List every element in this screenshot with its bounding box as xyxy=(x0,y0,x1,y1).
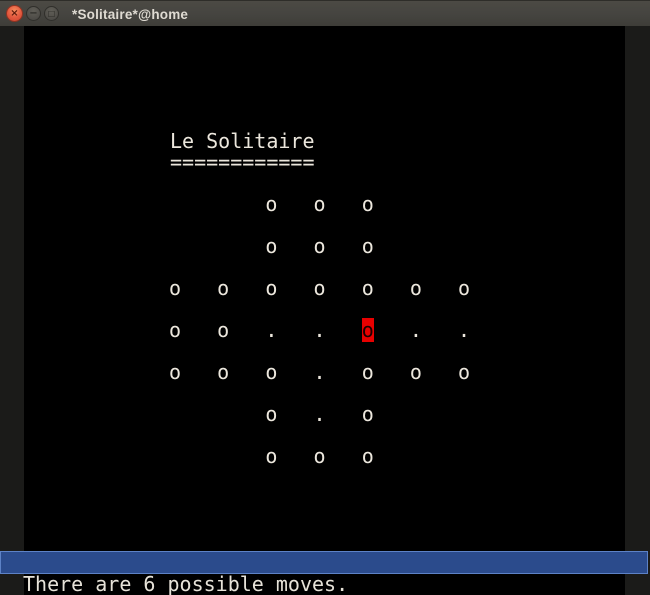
mode-line-buffer-name: *Solitaire* xyxy=(87,571,219,574)
board-stone[interactable]: o xyxy=(265,444,277,468)
board-empty xyxy=(458,444,470,468)
board-stone[interactable]: o xyxy=(458,360,470,384)
board-stone[interactable]: o xyxy=(314,276,326,300)
board-stone[interactable]: o xyxy=(217,360,229,384)
board-empty xyxy=(410,192,422,216)
maximize-button[interactable]: □ xyxy=(44,6,59,21)
board-stone[interactable]: o xyxy=(458,276,470,300)
board-empty xyxy=(217,444,229,468)
board-stone[interactable]: o xyxy=(410,276,422,300)
buffer-area[interactable] xyxy=(0,26,650,595)
window-title: *Solitaire*@home xyxy=(72,1,188,27)
board-row: o . o xyxy=(169,404,470,425)
board-hole[interactable]: . xyxy=(410,318,422,342)
board-stone[interactable]: o xyxy=(169,318,181,342)
board-empty xyxy=(458,402,470,426)
maximize-icon: □ xyxy=(48,9,56,18)
title-bar[interactable]: × − □ *Solitaire*@home xyxy=(0,0,650,26)
game-title: Le Solitaire xyxy=(170,131,315,152)
board-stone[interactable]: o xyxy=(169,276,181,300)
board-stone[interactable]: o xyxy=(362,192,374,216)
close-icon: × xyxy=(10,8,18,19)
board-stone[interactable]: o xyxy=(362,402,374,426)
board-stone[interactable]: o xyxy=(169,360,181,384)
board-stone[interactable]: o xyxy=(217,276,229,300)
board-stone[interactable]: o xyxy=(217,318,229,342)
board-empty xyxy=(217,402,229,426)
board-row: o o o xyxy=(169,236,470,257)
board-empty xyxy=(169,234,181,258)
board-empty xyxy=(410,444,422,468)
board-empty xyxy=(169,444,181,468)
board-stone[interactable]: o xyxy=(362,360,374,384)
board-hole[interactable]: . xyxy=(314,402,326,426)
board-empty xyxy=(458,234,470,258)
board-hole[interactable]: . xyxy=(458,318,470,342)
mode-line-dashes: --- xyxy=(51,571,87,574)
board-empty xyxy=(410,234,422,258)
board-empty xyxy=(217,234,229,258)
board-hole[interactable]: . xyxy=(314,318,326,342)
board-stone[interactable]: o xyxy=(314,192,326,216)
mode-line[interactable]: ---*Solitaire* --> There are 27 stones l… xyxy=(0,551,648,574)
board-empty xyxy=(169,192,181,216)
board-hole[interactable]: . xyxy=(265,318,277,342)
board-row: o o o . o o o xyxy=(169,362,470,383)
board-stone[interactable]: o xyxy=(314,444,326,468)
board-stone[interactable]: o xyxy=(265,192,277,216)
board-empty xyxy=(217,192,229,216)
board-stone[interactable]: o xyxy=(410,360,422,384)
board-empty xyxy=(169,402,181,426)
board-empty xyxy=(458,192,470,216)
board-stone[interactable]: o xyxy=(265,234,277,258)
board-stone[interactable]: o xyxy=(362,444,374,468)
minibuffer-message[interactable]: There are 6 possible moves. xyxy=(23,574,623,595)
emacs-window: × − □ *Solitaire*@home Le Solitaire ====… xyxy=(0,0,650,595)
board-empty xyxy=(410,402,422,426)
minimize-icon: − xyxy=(29,8,37,19)
board-stone[interactable]: o xyxy=(314,234,326,258)
board-hole[interactable]: . xyxy=(314,360,326,384)
board-stone[interactable]: o xyxy=(362,276,374,300)
mode-line-status: --> There are 27 stones left <-- xyxy=(220,571,617,574)
board-stone[interactable]: o xyxy=(265,276,277,300)
mode-line-mode: (Sol xyxy=(617,571,648,574)
board-row: o o o o o o o xyxy=(169,278,470,299)
minimize-button[interactable]: − xyxy=(26,6,41,21)
board-row: o o . . o . . xyxy=(169,320,470,341)
board-stone[interactable]: o xyxy=(265,402,277,426)
close-button[interactable]: × xyxy=(6,5,23,22)
board-stone[interactable]: o xyxy=(362,234,374,258)
board-stone[interactable]: o xyxy=(265,360,277,384)
left-scrollbar-gutter[interactable] xyxy=(0,26,24,595)
board-row: o o o xyxy=(169,194,470,215)
board-cursor-stone[interactable]: o xyxy=(362,318,374,342)
game-title-underline: ============ xyxy=(170,152,315,173)
board-row: o o o xyxy=(169,446,470,467)
right-scrollbar-gutter[interactable] xyxy=(625,26,650,595)
